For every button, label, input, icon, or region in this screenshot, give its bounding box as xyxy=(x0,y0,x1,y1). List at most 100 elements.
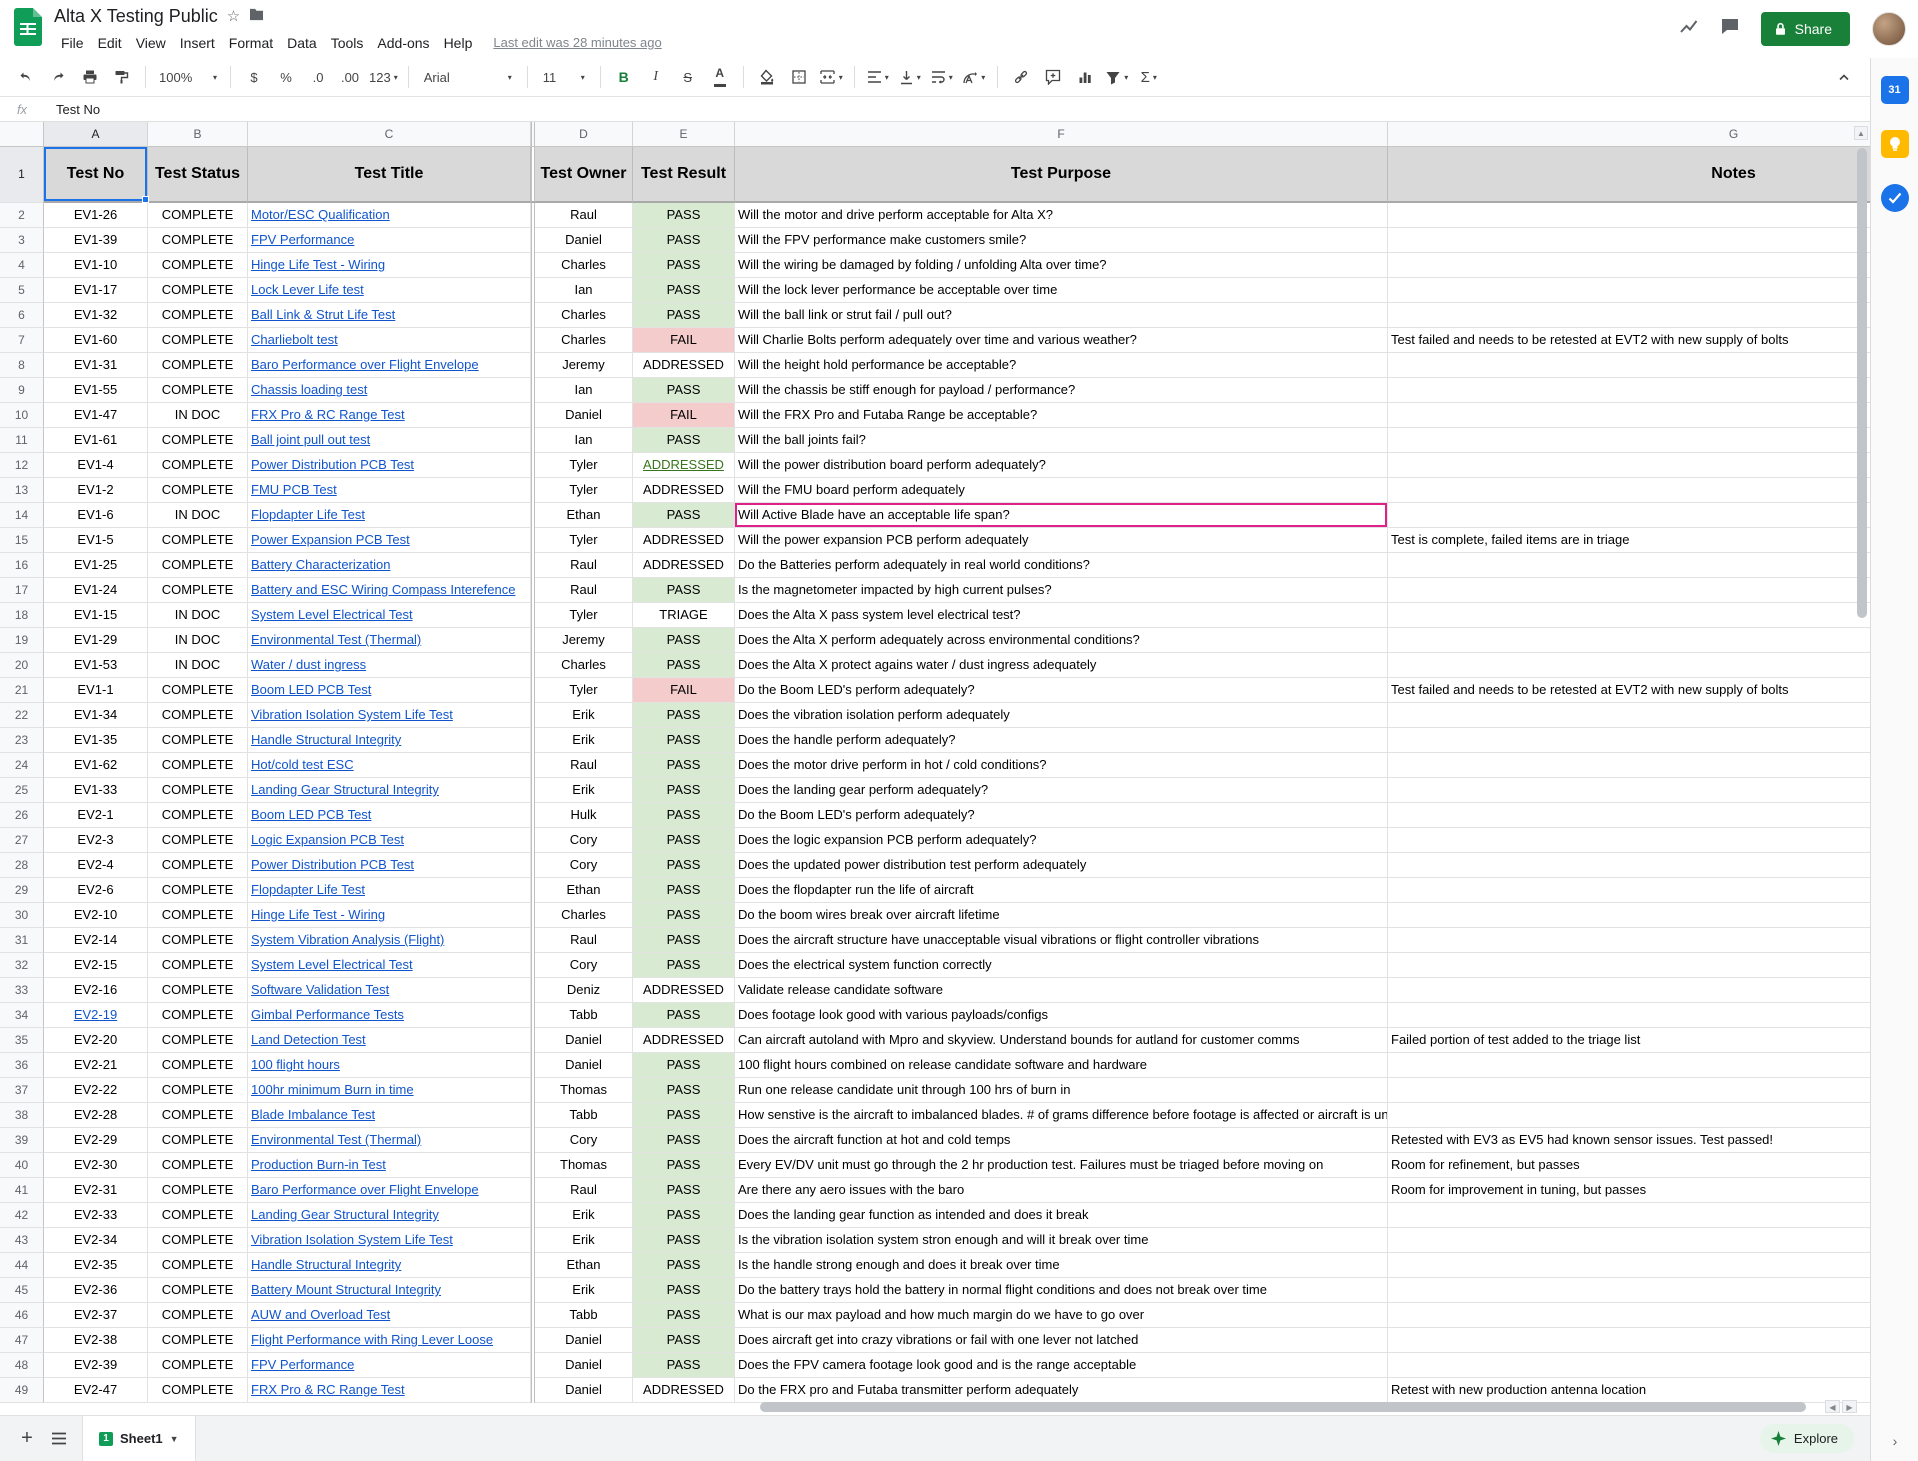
cell-test-owner[interactable]: Raul xyxy=(535,1178,633,1203)
cell-test-status[interactable]: COMPLETE xyxy=(148,278,248,303)
cell-test-result[interactable]: PASS xyxy=(633,1303,735,1328)
cell-notes[interactable] xyxy=(1388,1278,1870,1303)
cell-notes[interactable] xyxy=(1388,1353,1870,1378)
cell-test-title[interactable]: Handle Structural Integrity xyxy=(248,1253,531,1278)
cell-test-title[interactable]: Power Expansion PCB Test xyxy=(248,528,531,553)
cell-test-title[interactable]: Battery Characterization xyxy=(248,553,531,578)
row-header[interactable]: 38 xyxy=(0,1103,44,1128)
cell-test-purpose[interactable]: Does the FPV camera footage look good an… xyxy=(735,1353,1388,1378)
cell-test-title[interactable]: 100 flight hours xyxy=(248,1053,531,1078)
cell-header-test-purpose[interactable]: Test Purpose xyxy=(735,147,1388,203)
activity-icon[interactable] xyxy=(1679,19,1699,40)
cell-test-result[interactable]: PASS xyxy=(633,753,735,778)
cell-test-result[interactable]: PASS xyxy=(633,903,735,928)
row-header[interactable]: 27 xyxy=(0,828,44,853)
cell-test-status[interactable]: COMPLETE xyxy=(148,803,248,828)
cell-test-result[interactable]: ADDRESSED xyxy=(633,1028,735,1053)
cell-test-no[interactable]: EV2-35 xyxy=(44,1253,148,1278)
cell-test-result[interactable]: PASS xyxy=(633,1053,735,1078)
cell-test-owner[interactable]: Ian xyxy=(535,278,633,303)
cell-test-purpose[interactable]: Does footage look good with various payl… xyxy=(735,1003,1388,1028)
cell-test-purpose[interactable]: Are there any aero issues with the baro xyxy=(735,1178,1388,1203)
functions-button[interactable]: Σ▾ xyxy=(1133,64,1165,90)
menu-addons[interactable]: Add-ons xyxy=(370,33,436,53)
cell-test-title[interactable]: Water / dust ingress xyxy=(248,653,531,678)
cell-test-result[interactable]: PASS xyxy=(633,928,735,953)
menu-edit[interactable]: Edit xyxy=(91,33,129,53)
cell-test-status[interactable]: COMPLETE xyxy=(148,828,248,853)
row-header[interactable]: 3 xyxy=(0,228,44,253)
cell-test-purpose[interactable]: Does the handle perform adequately? xyxy=(735,728,1388,753)
horizontal-align-button[interactable]: ▾ xyxy=(862,64,894,90)
cell-test-no[interactable]: EV1-17 xyxy=(44,278,148,303)
cell-test-result[interactable]: PASS xyxy=(633,1153,735,1178)
cell-test-purpose[interactable]: Is the handle strong enough and does it … xyxy=(735,1253,1388,1278)
cell-test-title[interactable]: Ball Link & Strut Life Test xyxy=(248,303,531,328)
cell-test-owner[interactable]: Tabb xyxy=(535,1103,633,1128)
menu-insert[interactable]: Insert xyxy=(173,33,222,53)
cell-test-no[interactable]: EV1-35 xyxy=(44,728,148,753)
cell-test-no[interactable]: EV1-25 xyxy=(44,553,148,578)
cell-test-owner[interactable]: Tabb xyxy=(535,1003,633,1028)
cell-test-no[interactable]: EV2-28 xyxy=(44,1103,148,1128)
cell-test-result[interactable]: ADDRESSED xyxy=(633,478,735,503)
test-title-link[interactable]: FPV Performance xyxy=(251,232,354,247)
cell-test-purpose[interactable]: Do the battery trays hold the battery in… xyxy=(735,1278,1388,1303)
test-title-link[interactable]: Boom LED PCB Test xyxy=(251,807,371,822)
cell-test-owner[interactable]: Cory xyxy=(535,828,633,853)
row-header[interactable]: 25 xyxy=(0,778,44,803)
cell-notes[interactable]: Test failed and needs to be retested at … xyxy=(1388,678,1870,703)
cell-notes[interactable] xyxy=(1388,1103,1870,1128)
cell-test-title[interactable]: Hinge Life Test - Wiring xyxy=(248,253,531,278)
cell-test-result[interactable]: PASS xyxy=(633,278,735,303)
cell-notes[interactable] xyxy=(1388,653,1870,678)
cell-test-status[interactable]: COMPLETE xyxy=(148,478,248,503)
cell-test-owner[interactable]: Erik xyxy=(535,1228,633,1253)
cell-test-result[interactable]: PASS xyxy=(633,428,735,453)
cell-test-purpose[interactable]: What is our max payload and how much mar… xyxy=(735,1303,1388,1328)
cell-test-status[interactable]: COMPLETE xyxy=(148,778,248,803)
decrease-decimal-button[interactable]: .0 xyxy=(302,64,334,90)
row-header[interactable]: 29 xyxy=(0,878,44,903)
cell-test-status[interactable]: COMPLETE xyxy=(148,1028,248,1053)
test-title-link[interactable]: AUW and Overload Test xyxy=(251,1307,390,1322)
cell-notes[interactable] xyxy=(1388,428,1870,453)
cell-test-owner[interactable]: Charles xyxy=(535,253,633,278)
test-title-link[interactable]: FRX Pro & RC Range Test xyxy=(251,407,405,422)
cell-test-result[interactable]: PASS xyxy=(633,703,735,728)
row-header[interactable]: 39 xyxy=(0,1128,44,1153)
cell-test-result[interactable]: PASS xyxy=(633,1003,735,1028)
cell-test-title[interactable]: Software Validation Test xyxy=(248,978,531,1003)
cell-test-result[interactable]: PASS xyxy=(633,578,735,603)
cell-test-status[interactable]: COMPLETE xyxy=(148,1228,248,1253)
cell-test-owner[interactable]: Erik xyxy=(535,728,633,753)
row-header[interactable]: 28 xyxy=(0,853,44,878)
tasks-icon[interactable] xyxy=(1881,184,1909,212)
cell-test-status[interactable]: IN DOC xyxy=(148,603,248,628)
cell-test-purpose[interactable]: Does the logic expansion PCB perform ade… xyxy=(735,828,1388,853)
row-header[interactable]: 18 xyxy=(0,603,44,628)
cell-test-owner[interactable]: Charles xyxy=(535,303,633,328)
cell-test-result[interactable]: FAIL xyxy=(633,678,735,703)
cell-notes[interactable] xyxy=(1388,803,1870,828)
cell-test-owner[interactable]: Cory xyxy=(535,1128,633,1153)
cell-test-status[interactable]: COMPLETE xyxy=(148,753,248,778)
cell-notes[interactable]: Room for improvement in tuning, but pass… xyxy=(1388,1178,1870,1203)
cell-test-purpose[interactable]: Will the power expansion PCB perform ade… xyxy=(735,528,1388,553)
cell-test-status[interactable]: IN DOC xyxy=(148,503,248,528)
row-header[interactable]: 2 xyxy=(0,203,44,228)
cell-test-owner[interactable]: Erik xyxy=(535,1203,633,1228)
cell-test-no[interactable]: EV1-53 xyxy=(44,653,148,678)
star-icon[interactable]: ☆ xyxy=(227,9,240,24)
font-select[interactable]: Arial▾ xyxy=(416,64,520,90)
cell-test-purpose[interactable]: Is the vibration isolation system stron … xyxy=(735,1228,1388,1253)
row-header[interactable]: 44 xyxy=(0,1253,44,1278)
test-title-link[interactable]: 100hr minimum Burn in time xyxy=(251,1082,414,1097)
select-all-corner[interactable] xyxy=(0,122,44,147)
cell-test-result[interactable]: PASS xyxy=(633,1078,735,1103)
row-header[interactable]: 10 xyxy=(0,403,44,428)
cell-test-no[interactable]: EV2-20 xyxy=(44,1028,148,1053)
row-header[interactable]: 6 xyxy=(0,303,44,328)
test-title-link[interactable]: Vibration Isolation System Life Test xyxy=(251,1232,453,1247)
cell-test-status[interactable]: COMPLETE xyxy=(148,1178,248,1203)
